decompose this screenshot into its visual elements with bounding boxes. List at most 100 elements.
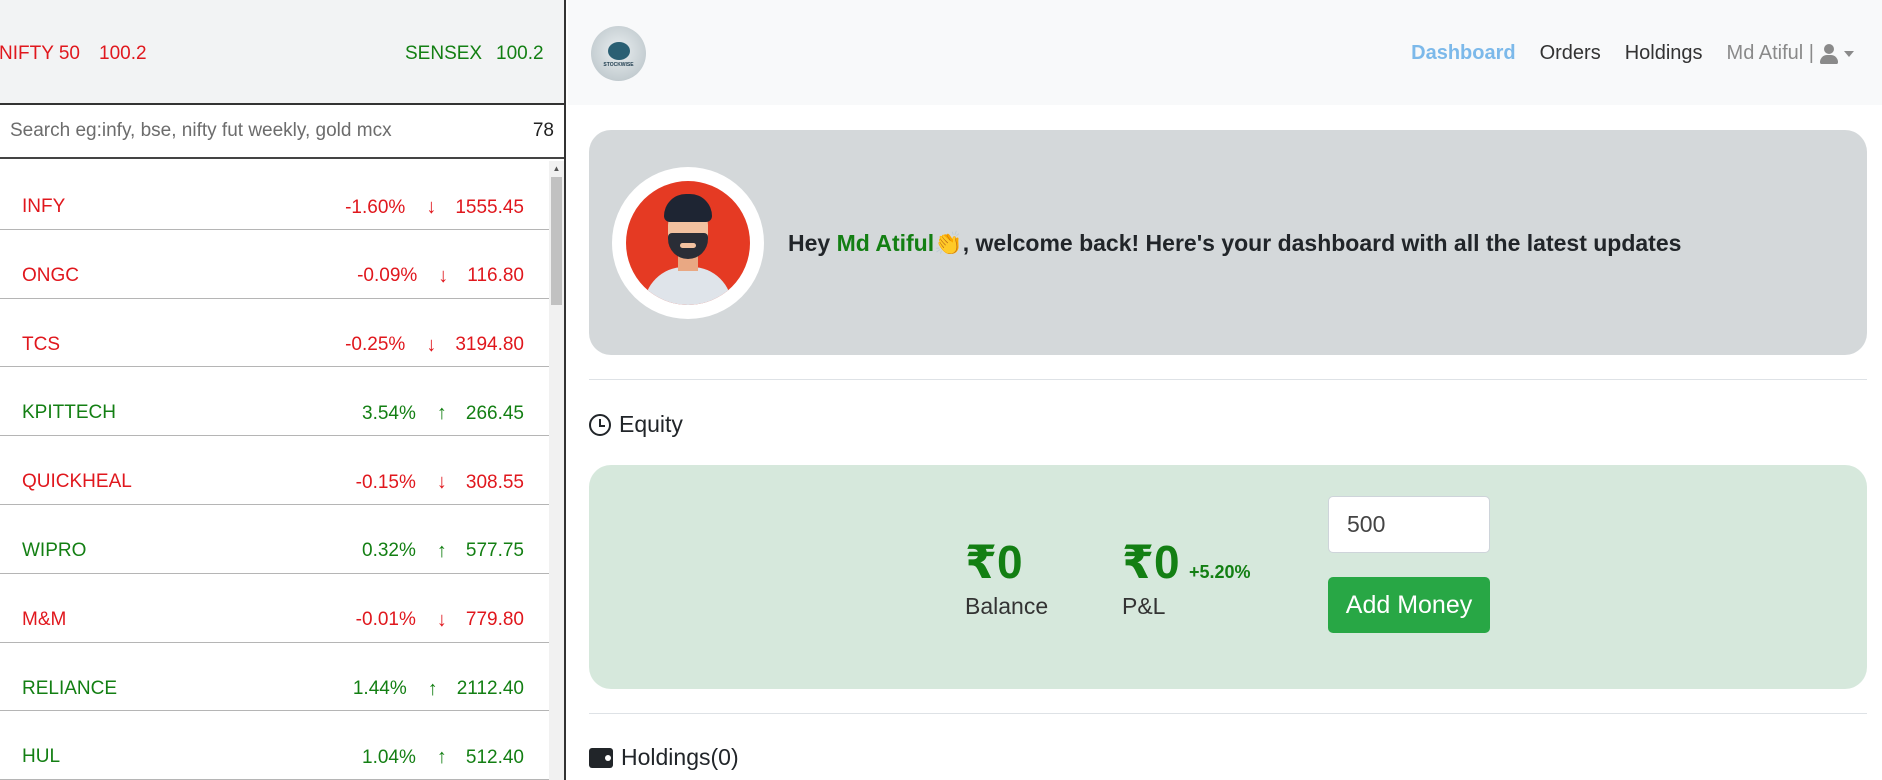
stock-price: 1555.45 <box>455 196 524 218</box>
welcome-card: Hey Md Atiful👏, welcome back! Here's you… <box>589 130 1867 355</box>
divider <box>589 379 1867 380</box>
list-item[interactable]: QUICKHEAL -0.15% ↓ 308.55 <box>0 436 549 505</box>
pnl-percent: +5.20% <box>1189 562 1251 582</box>
arrow-down-icon: ↓ <box>436 471 447 494</box>
arrow-up-icon: ↑ <box>427 677 438 700</box>
stock-name: ONGC <box>22 264 79 286</box>
pnl-value: ₹0 <box>1122 536 1180 588</box>
list-item[interactable]: WIPRO 0.32% ↑ 577.75 <box>0 505 549 574</box>
stock-name: QUICKHEAL <box>22 471 132 493</box>
search-count: 78 <box>532 120 554 141</box>
stock-quote: 0.32% ↑ 577.75 <box>362 540 524 563</box>
stock-price: 2112.40 <box>456 678 524 700</box>
stock-quote: -0.25% ↓ 3194.80 <box>345 334 524 357</box>
nav-links: Dashboard Orders Holdings Md Atiful | <box>1387 42 1854 65</box>
stock-price: 116.80 <box>467 265 524 287</box>
stock-percent: -0.01% <box>355 609 416 631</box>
welcome-user-name: Md Atiful <box>836 230 935 256</box>
stock-percent: -1.60% <box>345 196 406 218</box>
stock-percent: 3.54% <box>362 402 416 424</box>
stock-percent: -0.25% <box>345 334 406 356</box>
stock-percent: 1.44% <box>352 678 407 700</box>
stock-name: KPITTECH <box>22 402 116 424</box>
list-item[interactable]: M&M -0.01% ↓ 779.80 <box>0 574 549 643</box>
chevron-down-icon <box>1844 50 1854 57</box>
add-money-button[interactable]: Add Money <box>1328 577 1490 633</box>
divider <box>589 713 1867 714</box>
user-name: Md Atiful | <box>1726 42 1814 64</box>
index-name-nifty: NIFTY 50 <box>0 43 80 64</box>
stock-price: 308.55 <box>465 471 524 493</box>
stock-percent: 0.32% <box>362 540 416 562</box>
list-item[interactable]: HUL 1.04% ↑ 512.40 <box>0 711 549 780</box>
stock-price: 577.75 <box>465 540 524 562</box>
stock-percent: -0.15% <box>355 471 416 493</box>
search-input[interactable] <box>0 105 500 157</box>
list-item[interactable]: INFY -1.60% ↓ 1555.45 <box>0 161 549 230</box>
stock-quote: -0.09% ↓ 116.80 <box>357 265 524 288</box>
welcome-message: Hey Md Atiful👏, welcome back! Here's you… <box>788 230 1681 257</box>
stock-quote: 1.04% ↑ 512.40 <box>362 746 524 769</box>
stock-price: 3194.80 <box>455 334 524 356</box>
watchlist-panel: NIFTY 50 100.2 SENSEX 100.2 78 INFY -1.60… <box>0 0 566 780</box>
clock-icon <box>589 413 611 436</box>
top-navbar: STOCKWISE Dashboard Orders Holdings Md A… <box>568 0 1882 105</box>
list-item[interactable]: RELIANCE 1.44% ↑ 2112.40 <box>0 643 549 712</box>
stock-name: WIPRO <box>22 539 87 561</box>
index-bar: NIFTY 50 100.2 SENSEX 100.2 <box>0 0 564 105</box>
holdings-heading: Holdings(0) <box>589 744 739 771</box>
list-item[interactable]: ONGC -0.09% ↓ 116.80 <box>0 230 549 299</box>
scroll-up-arrow-icon[interactable]: ▲ <box>549 164 564 173</box>
arrow-up-icon: ↑ <box>436 746 447 769</box>
user-menu-toggle[interactable]: Md Atiful | <box>1727 42 1854 65</box>
avatar-image <box>626 181 750 305</box>
stock-name: HUL <box>22 746 61 768</box>
arrow-down-icon: ↓ <box>438 264 449 287</box>
stock-quote: -1.60% ↓ 1555.45 <box>345 196 524 219</box>
stock-price: 266.45 <box>465 402 524 424</box>
stockwise-logo[interactable]: STOCKWISE <box>591 26 646 81</box>
stock-name: INFY <box>22 196 66 217</box>
search-bar: 78 <box>0 105 564 159</box>
stock-percent: 1.04% <box>362 746 416 768</box>
equity-heading: Equity <box>589 411 683 438</box>
list-item[interactable]: TCS -0.25% ↓ 3194.80 <box>0 299 549 368</box>
arrow-up-icon: ↑ <box>436 539 447 562</box>
arrow-down-icon: ↓ <box>436 608 447 631</box>
equity-title: Equity <box>619 411 683 437</box>
nav-link-orders[interactable]: Orders <box>1540 42 1601 65</box>
stock-name: M&M <box>22 608 67 630</box>
stock-percent: -0.09% <box>357 265 418 287</box>
welcome-greeting: Hey <box>788 230 837 256</box>
holdings-title: Holdings(0) <box>621 744 739 770</box>
user-icon <box>1820 43 1838 64</box>
stock-name: RELIANCE <box>22 677 118 699</box>
index-name-sensex: SENSEX <box>405 43 483 64</box>
arrow-down-icon: ↓ <box>426 333 437 356</box>
stock-quote: -0.15% ↓ 308.55 <box>356 471 524 494</box>
index-value-nifty: 100.2 <box>99 43 147 64</box>
watchlist-scrollbar[interactable]: ▲ <box>549 161 564 780</box>
stock-price: 779.80 <box>465 609 524 631</box>
nav-link-dashboard[interactable]: Dashboard <box>1411 42 1515 65</box>
stock-quote: -0.01% ↓ 779.80 <box>356 609 524 632</box>
list-item[interactable]: KPITTECH 3.54% ↑ 266.45 <box>0 367 549 437</box>
nav-link-holdings[interactable]: Holdings <box>1625 42 1703 65</box>
watchlist: INFY -1.60% ↓ 1555.45 ONGC -0.09% ↓ 116.80 TCS -0… <box>0 161 549 780</box>
scrollbar-thumb[interactable] <box>551 177 562 305</box>
logo-text: STOCKWISE <box>603 61 634 68</box>
wallet-icon <box>589 747 613 768</box>
avatar <box>612 167 764 319</box>
balance-label: Balance <box>965 593 1049 619</box>
stock-price: 512.40 <box>465 746 524 768</box>
globe-icon <box>607 41 630 60</box>
stock-name: TCS <box>22 333 60 355</box>
arrow-down-icon: ↓ <box>426 196 437 218</box>
clap-emoji-icon: 👏 <box>934 230 963 256</box>
stock-quote: 1.44% ↑ 2112.40 <box>353 678 524 701</box>
index-value-sensex: 100.2 <box>496 43 544 64</box>
welcome-text-body: , welcome back! Here's your dashboard wi… <box>962 230 1682 256</box>
amount-input[interactable] <box>1328 496 1490 553</box>
equity-card: ₹0 Balance ₹0 +5.20% P&L Add Money <box>589 465 1867 689</box>
stock-quote: 3.54% ↑ 266.45 <box>362 402 524 425</box>
